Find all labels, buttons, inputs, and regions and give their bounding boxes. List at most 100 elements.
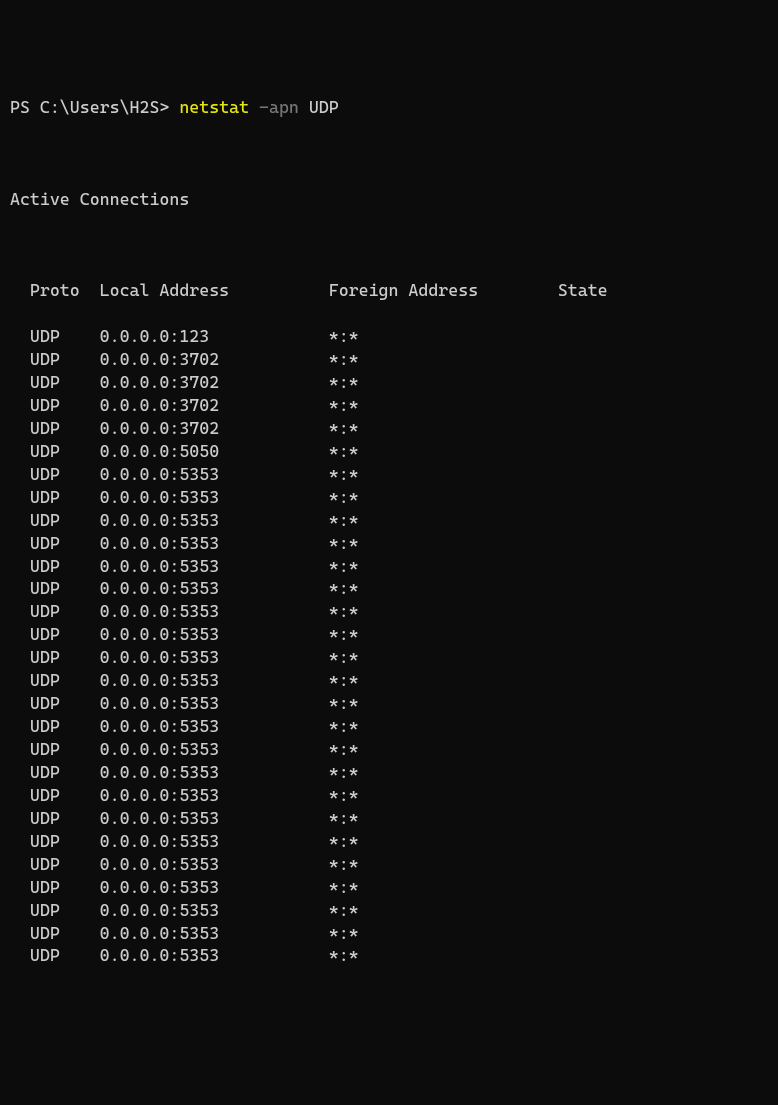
- cell-local-address: 0.0.0.0:5353: [100, 669, 329, 692]
- cell-proto: UDP: [30, 738, 100, 761]
- connection-row: UDP0.0.0.0:5353*:*: [10, 715, 768, 738]
- connection-row: UDP0.0.0.0:5050*:*: [10, 440, 768, 463]
- section-header: Active Connections: [10, 188, 768, 211]
- col-header-local: Local Address: [100, 279, 329, 302]
- cell-proto: UDP: [30, 876, 100, 899]
- cell-foreign-address: *:*: [329, 922, 558, 945]
- command-name: netstat: [179, 96, 249, 119]
- connection-row: UDP0.0.0.0:5353*:*: [10, 577, 768, 600]
- cell-foreign-address: *:*: [329, 394, 558, 417]
- cell-local-address: 0.0.0.0:5353: [100, 899, 329, 922]
- connection-row: UDP0.0.0.0:3702*:*: [10, 348, 768, 371]
- cell-proto: UDP: [30, 807, 100, 830]
- cell-foreign-address: *:*: [329, 761, 558, 784]
- connection-row: UDP0.0.0.0:5353*:*: [10, 600, 768, 623]
- cell-proto: UDP: [30, 922, 100, 945]
- cell-proto: UDP: [30, 463, 100, 486]
- cell-foreign-address: *:*: [329, 692, 558, 715]
- connection-row: UDP0.0.0.0:5353*:*: [10, 738, 768, 761]
- cell-local-address: 0.0.0.0:3702: [100, 394, 329, 417]
- cell-proto: UDP: [30, 394, 100, 417]
- cell-foreign-address: *:*: [329, 807, 558, 830]
- cell-local-address: 0.0.0.0:3702: [100, 417, 329, 440]
- cell-proto: UDP: [30, 623, 100, 646]
- cell-local-address: 0.0.0.0:5353: [100, 692, 329, 715]
- cell-local-address: 0.0.0.0:5353: [100, 944, 329, 967]
- cell-local-address: 0.0.0.0:5353: [100, 532, 329, 555]
- cell-foreign-address: *:*: [329, 944, 558, 967]
- cell-proto: UDP: [30, 761, 100, 784]
- cell-proto: UDP: [30, 348, 100, 371]
- cell-proto: UDP: [30, 669, 100, 692]
- connection-row: UDP0.0.0.0:5353*:*: [10, 807, 768, 830]
- connection-row: UDP0.0.0.0:5353*:*: [10, 876, 768, 899]
- cell-local-address: 0.0.0.0:5353: [100, 646, 329, 669]
- cell-foreign-address: *:*: [329, 899, 558, 922]
- cell-local-address: 0.0.0.0:5353: [100, 807, 329, 830]
- cell-proto: UDP: [30, 944, 100, 967]
- connection-row: UDP0.0.0.0:5353*:*: [10, 944, 768, 967]
- cell-local-address: 0.0.0.0:3702: [100, 371, 329, 394]
- cell-local-address: 0.0.0.0:5353: [100, 623, 329, 646]
- cell-foreign-address: *:*: [329, 623, 558, 646]
- cell-foreign-address: *:*: [329, 440, 558, 463]
- cell-local-address: 0.0.0.0:3702: [100, 348, 329, 371]
- connection-row: UDP0.0.0.0:5353*:*: [10, 761, 768, 784]
- cell-local-address: 0.0.0.0:5353: [100, 463, 329, 486]
- cell-local-address: 0.0.0.0:5353: [100, 509, 329, 532]
- connection-row: UDP0.0.0.0:5353*:*: [10, 463, 768, 486]
- cell-local-address: 0.0.0.0:5353: [100, 600, 329, 623]
- connection-row: UDP0.0.0.0:123*:*: [10, 325, 768, 348]
- columns-header: ProtoLocal AddressForeign AddressState: [10, 279, 768, 302]
- cell-foreign-address: *:*: [329, 715, 558, 738]
- cell-foreign-address: *:*: [329, 417, 558, 440]
- connection-row: UDP0.0.0.0:3702*:*: [10, 417, 768, 440]
- cell-local-address: 0.0.0.0:5050: [100, 440, 329, 463]
- cell-foreign-address: *:*: [329, 646, 558, 669]
- cell-local-address: 0.0.0.0:5353: [100, 784, 329, 807]
- cell-foreign-address: *:*: [329, 555, 558, 578]
- connection-row: UDP0.0.0.0:3702*:*: [10, 394, 768, 417]
- cell-foreign-address: *:*: [329, 876, 558, 899]
- col-header-foreign: Foreign Address: [329, 279, 558, 302]
- blank-line: [10, 233, 768, 256]
- cell-proto: UDP: [30, 555, 100, 578]
- cell-proto: UDP: [30, 646, 100, 669]
- cell-foreign-address: *:*: [329, 532, 558, 555]
- connection-row: UDP0.0.0.0:5353*:*: [10, 692, 768, 715]
- command-flag: -apn: [249, 96, 309, 119]
- cell-foreign-address: *:*: [329, 486, 558, 509]
- col-header-proto: Proto: [30, 279, 100, 302]
- cell-foreign-address: *:*: [329, 600, 558, 623]
- cell-foreign-address: *:*: [329, 738, 558, 761]
- connection-row: UDP0.0.0.0:5353*:*: [10, 899, 768, 922]
- cell-foreign-address: *:*: [329, 853, 558, 876]
- command-prompt-line: PS C:\Users\H2S> netstat -apn UDP: [10, 96, 768, 119]
- cell-local-address: 0.0.0.0:5353: [100, 922, 329, 945]
- connection-row: UDP0.0.0.0:5353*:*: [10, 784, 768, 807]
- connection-row: UDP0.0.0.0:5353*:*: [10, 922, 768, 945]
- command-arg: UDP: [309, 96, 339, 119]
- cell-proto: UDP: [30, 853, 100, 876]
- cell-proto: UDP: [30, 830, 100, 853]
- cell-proto: UDP: [30, 784, 100, 807]
- connection-row: UDP0.0.0.0:5353*:*: [10, 623, 768, 646]
- connections-list: UDP0.0.0.0:123*:*UDP0.0.0.0:3702*:*UDP0.…: [10, 325, 768, 967]
- cell-foreign-address: *:*: [329, 463, 558, 486]
- cell-local-address: 0.0.0.0:5353: [100, 715, 329, 738]
- cell-proto: UDP: [30, 417, 100, 440]
- cell-proto: UDP: [30, 899, 100, 922]
- cell-proto: UDP: [30, 371, 100, 394]
- cell-local-address: 0.0.0.0:123: [100, 325, 329, 348]
- connection-row: UDP0.0.0.0:5353*:*: [10, 509, 768, 532]
- cell-foreign-address: *:*: [329, 577, 558, 600]
- cell-proto: UDP: [30, 692, 100, 715]
- cell-local-address: 0.0.0.0:5353: [100, 555, 329, 578]
- terminal-output[interactable]: PS C:\Users\H2S> netstat -apn UDP Active…: [10, 96, 768, 991]
- cell-local-address: 0.0.0.0:5353: [100, 853, 329, 876]
- cell-foreign-address: *:*: [329, 509, 558, 532]
- cell-proto: UDP: [30, 486, 100, 509]
- connection-row: UDP0.0.0.0:3702*:*: [10, 371, 768, 394]
- col-header-state: State: [558, 279, 608, 302]
- connection-row: UDP0.0.0.0:5353*:*: [10, 853, 768, 876]
